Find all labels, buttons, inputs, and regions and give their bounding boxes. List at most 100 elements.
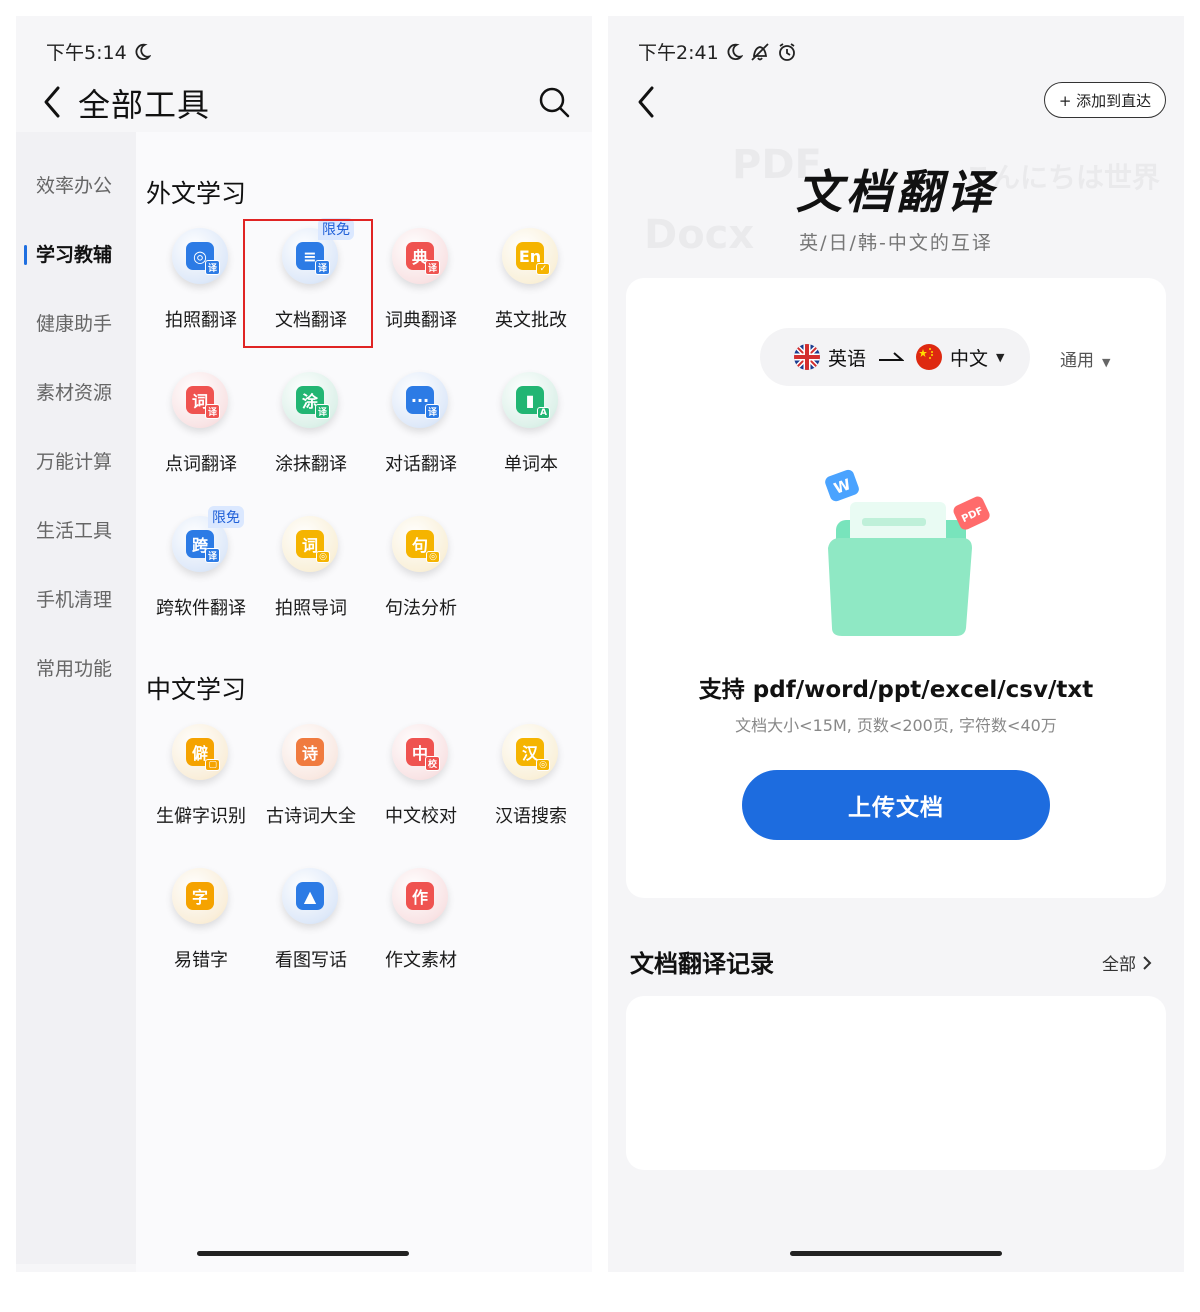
- tool-glyph: 诗: [301, 744, 318, 763]
- left-screen: 下午5:14 全部工具 效率办公学习教辅健康助手素材资源万能计算生活工具手机清理…: [16, 16, 592, 1272]
- tool-icon: 句 ◎: [392, 516, 448, 572]
- mode-selector[interactable]: 通用 ▼: [1060, 346, 1110, 371]
- selection-highlight: [243, 219, 373, 348]
- sidebar-item[interactable]: 生活工具: [16, 511, 136, 551]
- tool-item[interactable]: 涂译涂抹翻译: [256, 364, 366, 494]
- records-all-label: 全部: [1102, 955, 1136, 975]
- tool-sub-glyph: ◎: [316, 551, 330, 563]
- mute-bell-icon: [751, 42, 769, 61]
- tool-label: 拍照导词: [275, 598, 347, 619]
- sidebar-item[interactable]: 常用功能: [16, 649, 136, 689]
- tool-sub-glyph: 译: [424, 260, 440, 275]
- category-sidebar: 效率办公学习教辅健康助手素材资源万能计算生活工具手机清理常用功能: [16, 132, 136, 1264]
- status-time: 下午5:14: [46, 42, 127, 64]
- tool-icon: ▲: [282, 868, 338, 924]
- tool-glyph: 作: [411, 888, 428, 907]
- tool-item[interactable]: 字易错字: [146, 860, 256, 990]
- section-title: 外文学习: [146, 179, 247, 208]
- sidebar-item[interactable]: 手机清理: [16, 580, 136, 620]
- tool-item[interactable]: 词 ◎ 拍照导词: [256, 508, 366, 638]
- tool-label: 点词翻译: [165, 454, 237, 475]
- add-shortcut-button[interactable]: + 添加到直达: [1044, 82, 1166, 118]
- tool-sub-glyph: ✓: [536, 263, 550, 275]
- language-selector[interactable]: 英语 中文 ▼: [760, 328, 1030, 386]
- tool-sub-glyph: ▢: [205, 759, 220, 771]
- tool-label: 词典翻译: [385, 310, 457, 331]
- upload-document-button[interactable]: 上传文档: [742, 770, 1050, 840]
- status-bar: 下午2:41: [638, 38, 797, 65]
- home-indicator[interactable]: [790, 1251, 1002, 1256]
- source-language: 英语: [828, 347, 867, 370]
- chevron-right-icon: [1143, 955, 1152, 970]
- tool-item[interactable]: 僻 ▢ 生僻字识别: [146, 716, 256, 846]
- alarm-icon: [778, 42, 795, 61]
- tool-item[interactable]: 中校中文校对: [366, 716, 476, 846]
- back-icon[interactable]: [634, 82, 660, 122]
- tool-item[interactable]: ◎ 译拍照翻译: [146, 220, 256, 350]
- tool-item[interactable]: ▲ 看图写话: [256, 860, 366, 990]
- tool-label: 单词本: [504, 454, 558, 475]
- tool-icon: 僻 ▢: [172, 724, 228, 780]
- tool-icon: 汉 ◎: [502, 724, 558, 780]
- tool-icon: 作: [392, 868, 448, 924]
- section-title: 中文学习: [146, 675, 247, 704]
- tool-item[interactable]: ··· 译对话翻译: [366, 364, 476, 494]
- moon-icon: [727, 43, 743, 60]
- supported-formats: 支持 pdf/word/ppt/excel/csv/txt: [698, 677, 1094, 703]
- tool-label: 句法分析: [385, 598, 457, 619]
- tool-item[interactable]: 作作文素材: [366, 860, 476, 990]
- records-all-link[interactable]: 全部: [1102, 950, 1152, 975]
- uk-flag-icon: [794, 344, 820, 370]
- target-language: 中文: [950, 347, 989, 370]
- tool-icon: 词译: [172, 372, 228, 428]
- tool-sub-glyph: 译: [424, 404, 440, 419]
- page-title: 全部工具: [78, 86, 211, 124]
- tool-item[interactable]: En ✓ 英文批改: [476, 220, 586, 350]
- sidebar-item[interactable]: 效率办公: [16, 166, 136, 206]
- tool-glyph: ▮: [525, 390, 535, 410]
- tool-label: 生僻字识别: [156, 806, 246, 827]
- tool-label: 对话翻译: [385, 454, 457, 475]
- records-title: 文档翻译记录: [630, 950, 774, 978]
- tool-label: 中文校对: [385, 806, 457, 827]
- records-list: [626, 996, 1166, 1170]
- search-icon[interactable]: [536, 84, 572, 120]
- tool-sub-glyph: 校: [424, 756, 440, 771]
- back-icon[interactable]: [38, 82, 68, 122]
- header: 全部工具: [16, 72, 592, 132]
- tool-label: 易错字: [174, 950, 228, 971]
- status-bar: 下午5:14: [46, 38, 151, 65]
- tool-sub-glyph: 译: [204, 260, 220, 275]
- hero-title: 文档翻译: [796, 165, 996, 219]
- tool-icon: 诗: [282, 724, 338, 780]
- tool-item[interactable]: 典译词典翻译: [366, 220, 476, 350]
- tool-item[interactable]: 句 ◎ 句法分析: [366, 508, 476, 638]
- tool-sub-glyph: ◎: [536, 759, 550, 771]
- tool-item[interactable]: ▮ A 单词本: [476, 364, 586, 494]
- caret-down-icon: ▼: [996, 350, 1005, 364]
- sidebar-item[interactable]: 素材资源: [16, 373, 136, 413]
- moon-icon: [135, 43, 151, 60]
- sidebar-item[interactable]: 学习教辅: [16, 235, 136, 275]
- tool-icon: ··· 译: [392, 372, 448, 428]
- tool-icon: 中校: [392, 724, 448, 780]
- sidebar-item[interactable]: 健康助手: [16, 304, 136, 344]
- tool-item[interactable]: 汉 ◎ 汉语搜索: [476, 716, 586, 846]
- tool-label: 跨软件翻译: [156, 598, 246, 619]
- tool-item[interactable]: 词译点词翻译: [146, 364, 256, 494]
- tool-sub-glyph: 译: [204, 548, 220, 563]
- tool-label: 作文素材: [385, 950, 457, 971]
- tool-icon: 涂译: [282, 372, 338, 428]
- status-time: 下午2:41: [638, 42, 719, 64]
- tool-icon: En ✓: [502, 228, 558, 284]
- free-badge: 限免: [208, 506, 244, 528]
- tool-label: 汉语搜索: [495, 806, 567, 827]
- sidebar-item[interactable]: 万能计算: [16, 442, 136, 482]
- caret-down-icon: ▼: [1102, 356, 1111, 369]
- tool-label: 看图写话: [275, 950, 347, 971]
- home-indicator[interactable]: [197, 1251, 409, 1256]
- swap-arrow-icon[interactable]: [878, 350, 905, 364]
- tool-item[interactable]: 跨译限免 跨软件翻译: [146, 506, 256, 638]
- tool-item[interactable]: 诗古诗词大全: [256, 716, 366, 846]
- tool-glyph: 字: [191, 888, 208, 907]
